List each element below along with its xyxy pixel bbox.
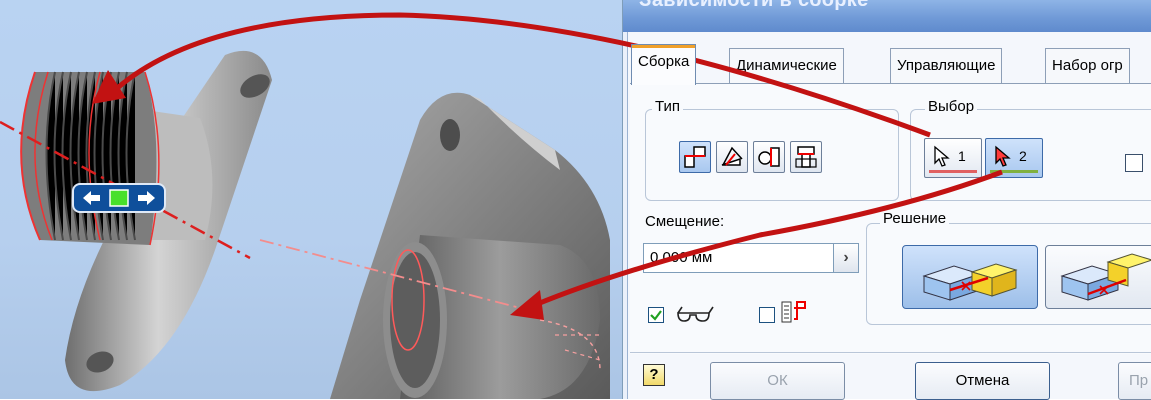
help-icon: ? (649, 366, 659, 383)
select-second-button[interactable]: 2 (985, 138, 1043, 178)
insert-icon (795, 146, 817, 168)
check-mark-icon (650, 310, 662, 321)
glasses-icon (677, 306, 714, 322)
flush-solution-icon (1060, 253, 1151, 301)
first-selection-checkbox[interactable] (1125, 154, 1143, 172)
tab-constraint-set[interactable]: Набор огр (1045, 48, 1130, 83)
mate-solution-icon (922, 263, 1018, 301)
solution-group-label: Решение (880, 210, 950, 227)
footer-separator (630, 352, 1151, 353)
show-preview-checkbox[interactable] (648, 307, 664, 323)
ok-button[interactable]: ОК (710, 362, 845, 400)
cursor-arrow-icon (995, 145, 1011, 167)
type-mate-button[interactable] (679, 141, 711, 173)
select-second-underline (990, 170, 1038, 173)
tab-motion[interactable]: Динамические (729, 48, 844, 83)
arrow-right-icon (138, 191, 155, 205)
center-square-icon (109, 189, 129, 207)
mate-icon (684, 146, 706, 168)
cancel-button[interactable]: Отмена (915, 362, 1050, 400)
select-first-underline (929, 170, 977, 173)
model-viewport[interactable] (0, 0, 622, 399)
tangent-icon (758, 147, 780, 167)
tab-transitional[interactable]: Управляющие (890, 48, 1003, 83)
direction-widget[interactable] (72, 183, 166, 213)
selection-group-label: Выбор (925, 98, 978, 115)
select-first-number: 1 (958, 148, 966, 164)
offset-menu-button[interactable]: › (833, 243, 859, 273)
dialog-title: Зависимости в сборке (639, 0, 869, 11)
predict-offset-icon (781, 301, 806, 323)
type-insert-button[interactable] (790, 141, 822, 173)
chevron-right-icon: › (843, 249, 849, 266)
offset-input[interactable]: 0,000 мм (643, 243, 835, 273)
dialog-titlebar[interactable]: Зависимости в сборке (623, 0, 1151, 32)
tab-assembly[interactable]: Сборка (631, 44, 697, 85)
help-button[interactable]: ? (643, 364, 665, 386)
apply-button[interactable]: Пр (1118, 362, 1151, 400)
cursor-arrow-icon (934, 145, 950, 167)
type-tangent-button[interactable] (753, 141, 785, 173)
type-angle-button[interactable] (716, 141, 748, 173)
select-second-number: 2 (1019, 148, 1027, 164)
solution-flush-button[interactable] (1045, 245, 1151, 309)
arrow-left-icon (83, 191, 100, 205)
predict-offset-checkbox[interactable] (759, 307, 775, 323)
angle-icon (721, 146, 743, 166)
solution-mate-button[interactable] (902, 245, 1038, 309)
offset-label: Смещение: (645, 213, 725, 230)
select-first-button[interactable]: 1 (924, 138, 982, 178)
type-group-label: Тип (652, 98, 684, 115)
